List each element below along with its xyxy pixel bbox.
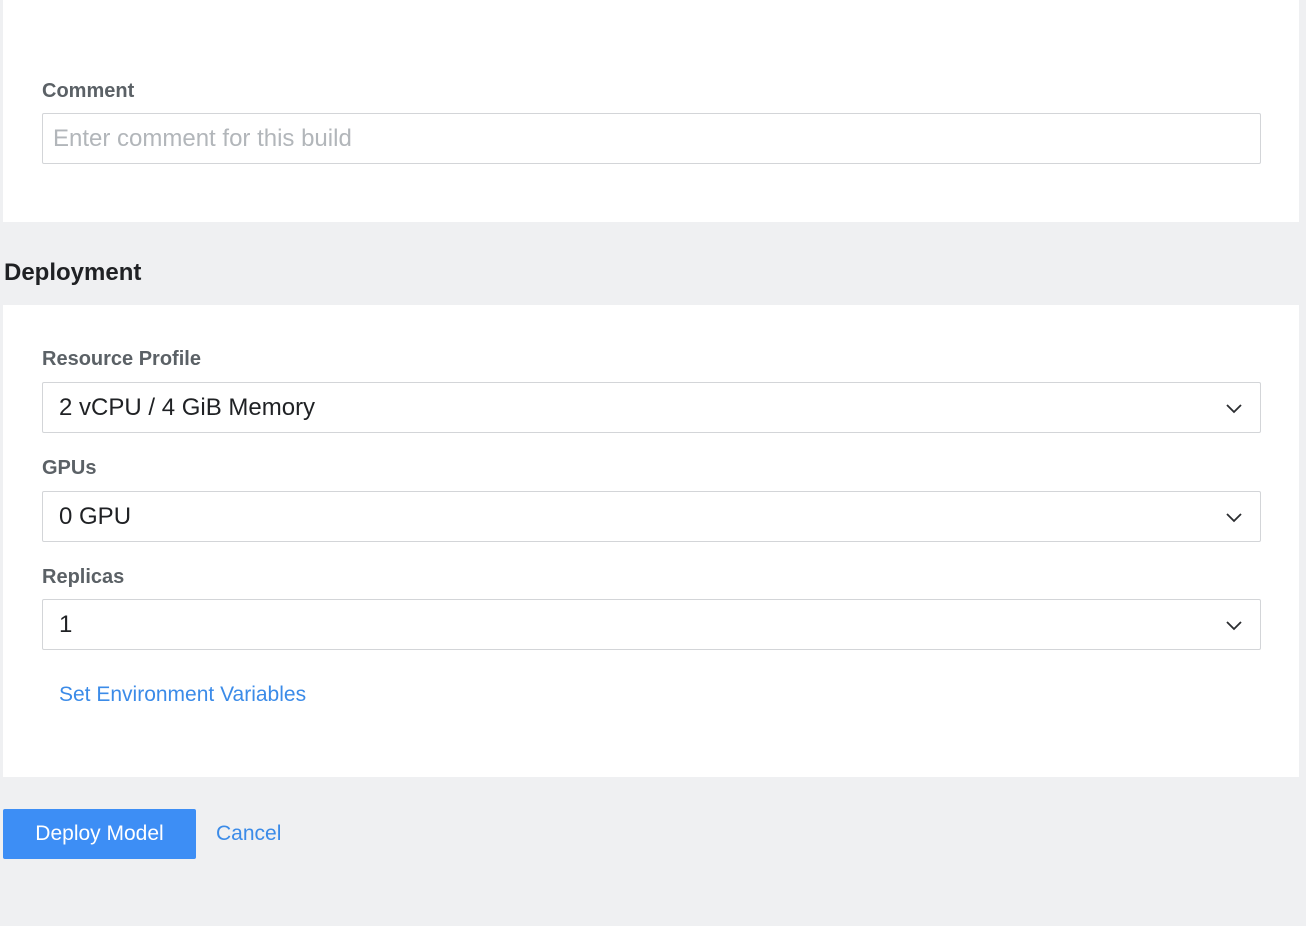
cancel-link[interactable]: Cancel: [216, 822, 281, 846]
replicas-label: Replicas: [42, 566, 125, 588]
deployment-section-title: Deployment: [4, 259, 142, 286]
replicas-value: 1: [59, 610, 73, 638]
resource-profile-select[interactable]: 2 vCPU / 4 GiB Memory: [42, 382, 1261, 433]
replicas-select[interactable]: 1: [42, 599, 1261, 650]
gpus-value: 0 GPU: [59, 502, 132, 530]
chevron-down-icon: [1226, 620, 1242, 630]
comment-input[interactable]: [42, 113, 1261, 164]
chevron-down-icon: [1226, 403, 1242, 413]
resource-profile-value: 2 vCPU / 4 GiB Memory: [59, 393, 316, 421]
chevron-down-icon: [1226, 512, 1242, 522]
deploy-model-page: Comment Deployment Resource Profile 2 vC…: [0, 0, 1306, 926]
set-environment-variables-link[interactable]: Set Environment Variables: [59, 683, 306, 707]
resource-profile-label: Resource Profile: [42, 348, 201, 370]
deploy-model-button[interactable]: Deploy Model: [3, 809, 196, 859]
gpus-label: GPUs: [42, 457, 97, 479]
gpus-select[interactable]: 0 GPU: [42, 491, 1261, 542]
comment-label: Comment: [42, 80, 135, 102]
build-card: Comment: [3, 0, 1299, 222]
